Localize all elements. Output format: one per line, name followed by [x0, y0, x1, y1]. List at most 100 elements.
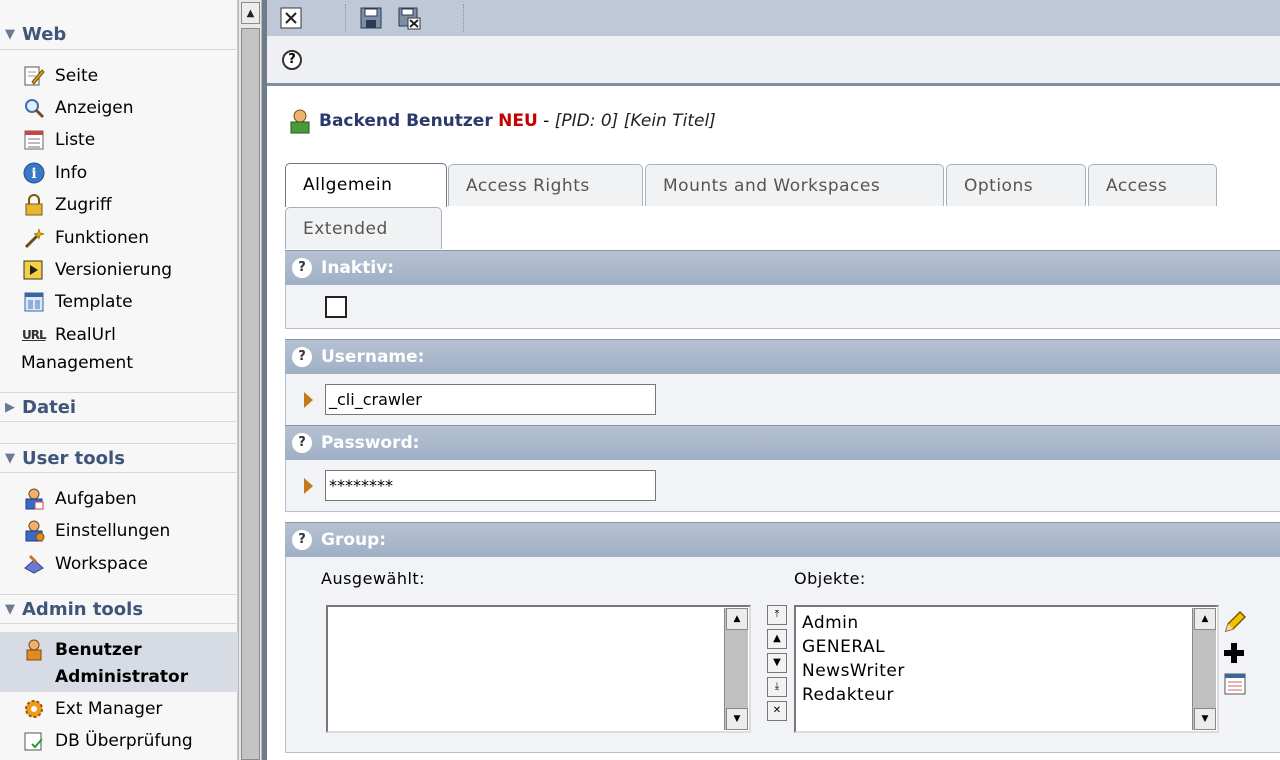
selected-groups-list[interactable]: ▲ ▼: [326, 605, 751, 733]
remove-selected-button[interactable]: ✕: [767, 701, 787, 721]
tab-extended[interactable]: Extended: [285, 207, 442, 249]
pencil-edit-icon[interactable]: [1222, 609, 1248, 635]
list-item[interactable]: GENERAL: [802, 635, 885, 659]
nav-label-continuation: Management: [21, 353, 133, 373]
field-body-inaktiv: [285, 285, 1280, 329]
section-user-tools[interactable]: ▼ User tools: [0, 443, 238, 473]
list-item[interactable]: NewsWriter: [802, 659, 905, 683]
list-icon: [24, 130, 44, 150]
user-settings-icon: [25, 520, 45, 542]
triangle-down-icon: ▼: [5, 451, 15, 466]
nav-label: Funktionen: [55, 228, 150, 248]
scroll-up-button[interactable]: ▲: [1194, 608, 1216, 630]
nav-label: Versionierung: [55, 260, 173, 280]
plus-add-icon[interactable]: [1222, 641, 1246, 665]
required-arrow-icon: [304, 478, 313, 494]
scroll-down-button[interactable]: ▼: [726, 708, 748, 730]
nav-label: Administrator: [55, 667, 189, 687]
record-meta: [PID: 0] [Kein Titel]: [554, 111, 716, 131]
nav-label: Anzeigen: [55, 98, 134, 118]
field-body-password: ********: [285, 460, 1280, 512]
user-task-icon: [25, 488, 44, 510]
db-check-icon: [24, 732, 43, 751]
list-view-icon[interactable]: [1222, 671, 1248, 697]
nav-label: Zugriff: [55, 195, 112, 215]
help-icon[interactable]: ?: [292, 530, 312, 550]
save-button[interactable]: [359, 6, 383, 30]
help-icon[interactable]: ?: [292, 347, 312, 367]
field-body-group: Ausgewählt: Objekte: ▲ ▼ ⤒ ▲ ▼ ⤓ ✕ Admin…: [285, 557, 1280, 753]
module-menu: ▼ Web Seite Anzeigen Liste i Info Zugrif…: [0, 0, 238, 760]
nav-label: Einstellungen: [55, 521, 171, 541]
content-frame: ? Backend Benutzer NEU - [PID: 0] [Kein …: [267, 0, 1280, 760]
scroll-down-button[interactable]: ▼: [1194, 708, 1216, 730]
tab-access[interactable]: Access: [1088, 164, 1217, 206]
password-input[interactable]: ********: [325, 470, 656, 501]
nav-item-benutzer-administrator[interactable]: Benutzer Administrator: [0, 632, 238, 692]
list-scrollbar[interactable]: ▲ ▼: [724, 608, 748, 730]
tab-mounts-workspaces[interactable]: Mounts and Workspaces: [645, 164, 944, 206]
page-edit-icon: [24, 66, 45, 86]
template-icon: [24, 292, 44, 312]
field-header-password: ? Password:: [285, 425, 1280, 460]
section-title: Admin tools: [22, 599, 144, 620]
objects-label: Objekte:: [794, 569, 866, 588]
move-up-button[interactable]: ▲: [767, 629, 787, 649]
nav-label: Template: [55, 292, 133, 312]
lock-icon: [25, 194, 43, 216]
inaktiv-checkbox[interactable]: [325, 296, 347, 318]
nav-label: Seite: [55, 66, 99, 86]
move-bottom-button[interactable]: ⤓: [767, 677, 787, 697]
nav-label: Workspace: [55, 554, 148, 574]
scroll-thumb[interactable]: [241, 28, 260, 760]
available-groups-list[interactable]: Admin GENERAL NewsWriter Redakteur ▲ ▼: [794, 605, 1219, 733]
save-close-icon: [398, 7, 421, 30]
doc-header-toolbar: [267, 0, 1280, 36]
scroll-up-button[interactable]: ▲: [726, 608, 748, 630]
nav-label: RealUrl: [55, 325, 116, 345]
field-label: Inaktiv:: [321, 258, 395, 278]
user-record-icon: [290, 109, 310, 134]
triangle-down-icon: ▼: [5, 602, 15, 617]
tab-access-rights[interactable]: Access Rights: [448, 164, 643, 206]
field-header-group: ? Group:: [285, 522, 1280, 557]
required-arrow-icon: [304, 392, 313, 408]
username-input[interactable]: _cli_crawler: [325, 384, 656, 415]
heading-separator: -: [537, 111, 555, 131]
nav-label: DB Überprüfung: [55, 731, 193, 751]
section-admin-tools[interactable]: ▼ Admin tools: [0, 594, 238, 624]
save-and-close-button[interactable]: [397, 6, 421, 30]
tab-allgemein[interactable]: Allgemein: [285, 163, 447, 207]
field-body-username: _cli_crawler: [285, 374, 1280, 426]
nav-label: Ext Manager: [55, 699, 163, 719]
section-title: User tools: [22, 448, 125, 469]
tab-options[interactable]: Options: [946, 164, 1086, 206]
move-top-button[interactable]: ⤒: [767, 605, 787, 625]
section-web[interactable]: ▼ Web: [0, 20, 238, 50]
close-button[interactable]: [279, 6, 303, 30]
scroll-up-button[interactable]: ▲: [241, 2, 260, 24]
list-scrollbar[interactable]: ▲ ▼: [1192, 608, 1216, 730]
triangle-down-icon: ▼: [5, 27, 15, 42]
field-label: Group:: [321, 530, 387, 550]
magic-wand-icon: [24, 228, 45, 249]
help-icon[interactable]: ?: [292, 433, 312, 453]
user-admin-icon: [26, 639, 42, 661]
help-icon[interactable]: ?: [292, 258, 312, 278]
list-item[interactable]: Admin: [802, 611, 859, 635]
close-icon: [280, 7, 302, 29]
nav-label: Benutzer: [55, 640, 142, 660]
field-label: Password:: [321, 433, 420, 453]
sidebar-scrollbar[interactable]: ▲: [238, 0, 262, 760]
section-datei[interactable]: ▶ Datei: [0, 392, 238, 422]
help-icon[interactable]: ?: [282, 50, 302, 70]
field-header-username: ? Username:: [285, 339, 1280, 374]
record-heading: Backend Benutzer NEU - [PID: 0] [Kein Ti…: [287, 108, 716, 134]
nav-label: Aufgaben: [55, 489, 137, 509]
move-down-button[interactable]: ▼: [767, 653, 787, 673]
svg-text:i: i: [31, 166, 36, 182]
list-item[interactable]: Redakteur: [802, 683, 894, 707]
new-badge: NEU: [498, 111, 538, 131]
record-type: Backend Benutzer: [319, 111, 493, 131]
selected-label: Ausgewählt:: [321, 569, 426, 588]
